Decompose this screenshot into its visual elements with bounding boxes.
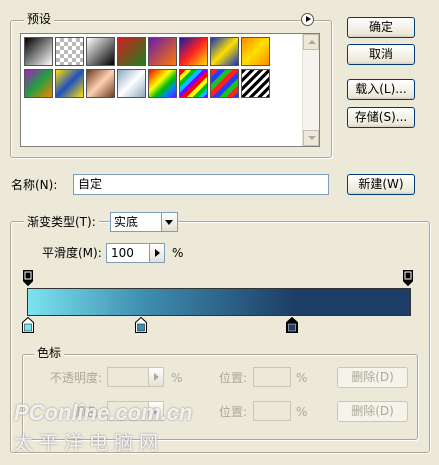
opacity-stop-left[interactable]	[23, 270, 33, 289]
preset-swatch[interactable]	[117, 69, 146, 98]
new-button[interactable]: 新建(W)	[347, 174, 415, 195]
opacity-position-label: 位置:	[219, 371, 248, 385]
gradient-type-select[interactable]: 实底	[110, 212, 178, 232]
preset-swatch[interactable]	[210, 69, 239, 98]
watermark-sub: 太平洋电脑网	[14, 432, 165, 454]
preset-swatch[interactable]	[24, 69, 53, 98]
preset-scrollbar[interactable]	[302, 34, 319, 146]
color-stop-middle[interactable]	[135, 316, 147, 336]
preset-swatch[interactable]	[55, 69, 84, 98]
presets-menu-button[interactable]	[301, 13, 314, 26]
dropdown-button[interactable]	[161, 213, 177, 231]
color-stop-left[interactable]	[22, 316, 34, 336]
opacity-input[interactable]	[107, 367, 149, 387]
chevron-down-icon	[165, 220, 173, 225]
preset-swatch-list	[20, 33, 320, 147]
preset-swatch[interactable]	[117, 37, 146, 66]
presets-title: 预设	[24, 12, 55, 26]
opacity-slider-button[interactable]	[148, 367, 164, 387]
opacity-position-unit: %	[296, 371, 308, 385]
smoothness-input[interactable]: 100	[106, 243, 150, 263]
load-button[interactable]: 载入(L)...	[347, 79, 415, 100]
scroll-down-button[interactable]	[303, 130, 319, 146]
preset-swatch[interactable]	[179, 37, 208, 66]
watermark-brand: PConline.com.cn	[14, 400, 193, 425]
preset-swatch[interactable]	[179, 69, 208, 98]
preset-swatch[interactable]	[148, 69, 177, 98]
gradient-type-value: 实底	[114, 215, 139, 229]
preset-swatch[interactable]	[241, 37, 270, 66]
cancel-button[interactable]: 取消	[347, 44, 415, 65]
opacity-stop-right[interactable]	[403, 270, 413, 289]
gradient-type-label: 渐变类型(T):	[24, 215, 99, 229]
gradient-bar[interactable]	[27, 288, 411, 316]
preset-swatch[interactable]	[148, 37, 177, 66]
delete-opacity-stop-button[interactable]: 删除(D)	[337, 367, 408, 388]
smoothness-unit: %	[172, 246, 184, 260]
arrow-down-icon	[308, 136, 316, 140]
arrow-up-icon	[308, 40, 316, 44]
preset-swatch[interactable]	[86, 37, 115, 66]
opacity-position-input[interactable]	[253, 367, 291, 387]
color-position-unit: %	[296, 405, 308, 419]
smoothness-label: 平滑度(M):	[42, 246, 102, 260]
save-button[interactable]: 存储(S)...	[347, 107, 415, 128]
preset-swatch[interactable]	[210, 37, 239, 66]
preset-swatch[interactable]	[86, 69, 115, 98]
scroll-up-button[interactable]	[303, 34, 319, 50]
delete-color-stop-button[interactable]: 删除(D)	[337, 401, 408, 422]
preset-swatch[interactable]	[24, 37, 53, 66]
preset-swatch[interactable]	[241, 69, 270, 98]
preset-swatch[interactable]	[55, 37, 84, 66]
name-label: 名称(N):	[11, 178, 58, 192]
smoothness-slider-button[interactable]	[149, 243, 165, 263]
opacity-label: 不透明度:	[50, 371, 103, 385]
opacity-unit: %	[171, 371, 183, 385]
color-stops-title: 色标	[34, 346, 65, 360]
name-input[interactable]: 自定	[73, 174, 329, 195]
ok-button[interactable]: 确定	[347, 17, 415, 38]
color-stop-right[interactable]	[286, 316, 298, 336]
triangle-right-icon	[306, 16, 311, 22]
color-position-input[interactable]	[253, 401, 291, 421]
color-position-label: 位置:	[219, 405, 248, 419]
